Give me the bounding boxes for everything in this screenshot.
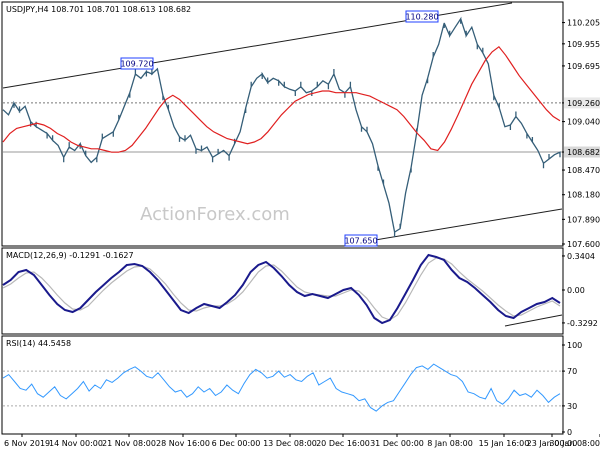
- x-tick-label: 30 Jan 08:00: [549, 439, 600, 448]
- macd-y-tick-label: -0.3292: [567, 319, 598, 328]
- price-y-tick-label: 107.600: [567, 240, 600, 249]
- trendline-label-top-text: 110.280: [405, 13, 438, 22]
- price-y-tick-label: 109.955: [567, 40, 600, 49]
- price-y-tick-label: 110.205: [567, 19, 600, 28]
- x-tick-label: 6 Dec 00:00: [212, 439, 261, 448]
- x-tick-label: 15 Jan 16:00: [479, 439, 530, 448]
- x-axis: 6 Nov 201914 Nov 00:00 21 Nov 08:00 28 Nov…: [4, 434, 600, 448]
- price-title: USDJPY,H4 108.701 108.701 108.613 108.68…: [6, 5, 191, 14]
- price-y-tick-label: 108.470: [567, 166, 600, 175]
- rsi-y-tick-label: 30: [567, 402, 577, 411]
- x-tick-label: 8 Jan 08:00: [427, 439, 473, 448]
- x-tick-label: 31 Dec 00:00: [370, 439, 424, 448]
- watermark-text: ActionForex.com: [140, 204, 290, 225]
- trendline-label-low: 107.650: [344, 234, 378, 247]
- rsi-y-axis: 100 70 30 0: [562, 341, 582, 437]
- macd-title: MACD(12,26,9) -0.1291 -0.1627: [6, 251, 134, 260]
- macd-y-axis: 0.3404 0.00 -0.3292: [562, 252, 598, 328]
- x-tick-label: 6 Nov 2019: [4, 439, 50, 448]
- macd-y-tick-label: 0.00: [567, 286, 585, 295]
- x-tick-label: 13 Dec 08:00: [263, 439, 317, 448]
- rsi-panel-frame: [1, 335, 564, 435]
- price-y-tick-label: 108.682: [567, 148, 600, 157]
- trendline-label-upper-text: 109.720: [120, 60, 153, 69]
- x-tick-label: 28 Nov 16:00: [156, 439, 210, 448]
- x-tick-label: 14 Nov 00:00: [49, 439, 103, 448]
- price-y-axis: 110.205 109.955 109.695 109.260 109.040 108.6…: [562, 19, 600, 249]
- x-tick-label: 20 Dec 16:00: [316, 439, 370, 448]
- chart-root: ActionForex.com USDJPY,H4 108.701 108.70…: [0, 0, 600, 450]
- price-y-tick-label: 107.890: [567, 215, 600, 224]
- price-y-tick-label: 109.260: [567, 99, 600, 108]
- price-y-tick-label: 108.180: [567, 191, 600, 200]
- trendline-label-low-text: 107.650: [344, 237, 377, 246]
- trendline-label-upper: 109.720: [120, 57, 154, 70]
- x-tick-label: 21 Nov 08:00: [102, 439, 156, 448]
- rsi-y-tick-label: 100: [567, 341, 582, 350]
- trendline-label-top: 110.280: [405, 10, 439, 23]
- macd-y-tick-label: 0.3404: [567, 252, 595, 261]
- rsi-y-tick-label: 0: [567, 428, 572, 437]
- rsi-title: RSI(14) 44.5458: [6, 339, 71, 348]
- chart-svg: ActionForex.com USDJPY,H4 108.701 108.70…: [1, 1, 600, 448]
- price-y-tick-label: 109.040: [567, 118, 600, 127]
- rsi-y-tick-label: 70: [567, 367, 577, 376]
- price-y-tick-label: 109.695: [567, 62, 600, 71]
